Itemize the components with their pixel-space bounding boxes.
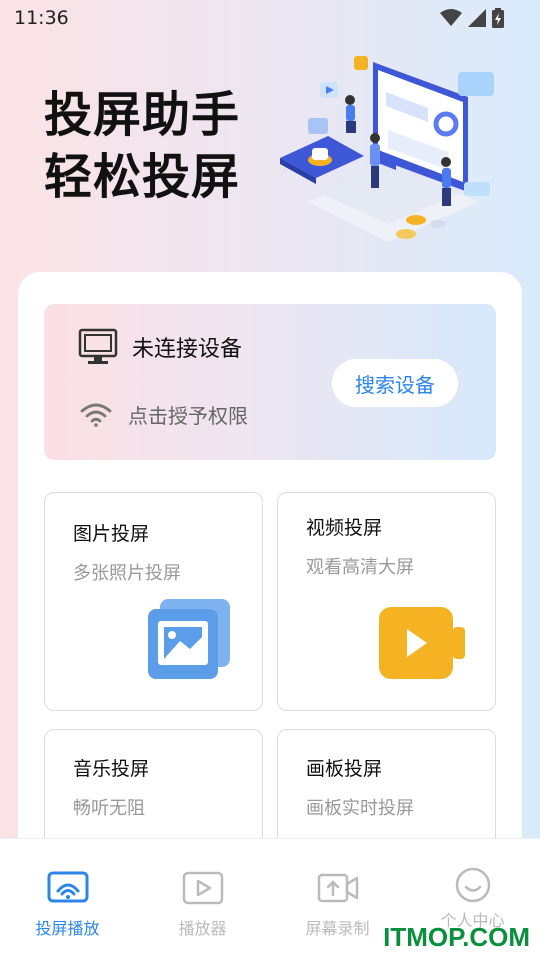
feature-title: 音乐投屏 [73,758,150,780]
feature-subtitle: 画板实时投屏 [306,798,414,819]
site-watermark: ITMOP.COM [383,922,530,952]
feature-title: 画板投屏 [306,758,383,780]
battery-icon [492,8,504,28]
screen-record-icon [317,873,358,903]
wifi-signal-icon [440,9,462,26]
device-status-text: 未连接设备 [132,337,243,362]
feature-card-video[interactable]: 视频投屏 观看高清大屏 [277,492,496,711]
wifi-icon [80,403,112,427]
status-bar: 11:36 [0,0,540,36]
feature-subtitle: 多张照片投屏 [73,563,181,584]
search-device-button[interactable]: 搜索设备 [332,359,458,407]
player-icon [182,871,223,905]
nav-item-cast-play[interactable]: 投屏播放 [0,839,135,960]
status-icons [440,8,504,28]
nav-item-player[interactable]: 播放器 [135,839,270,960]
cellular-signal-icon [468,9,486,27]
photo-icon [148,599,230,679]
permission-row[interactable]: 点击授予权限 [80,400,248,429]
profile-icon [455,867,490,903]
monitor-icon [78,328,118,364]
feature-subtitle: 畅听无阻 [73,798,145,819]
feature-card-photo[interactable]: 图片投屏 多张照片投屏 [44,492,263,711]
device-panel: 未连接设备 点击授予权限 搜索设备 [44,304,496,460]
nav-label: 播放器 [178,919,227,938]
status-time: 11:36 [14,7,69,29]
feature-title: 视频投屏 [306,517,383,539]
hero-title-line1: 投屏助手 [44,87,241,143]
permission-text[interactable]: 点击授予权限 [128,400,248,429]
video-icon [379,607,465,679]
device-status-row: 未连接设备 [78,328,242,366]
feature-title: 图片投屏 [73,523,150,545]
hero-title-line2: 轻松投屏 [44,149,241,205]
main-card: 未连接设备 点击授予权限 搜索设备 图片投屏 多张照片投屏 视频投屏 观看高清大… [18,272,522,948]
cast-icon [47,871,88,903]
feature-subtitle: 观看高清大屏 [306,557,414,578]
nav-label: 投屏播放 [35,919,100,938]
hero-illustration [280,56,494,242]
hero-title: 投屏助手 轻松投屏 [44,84,240,208]
